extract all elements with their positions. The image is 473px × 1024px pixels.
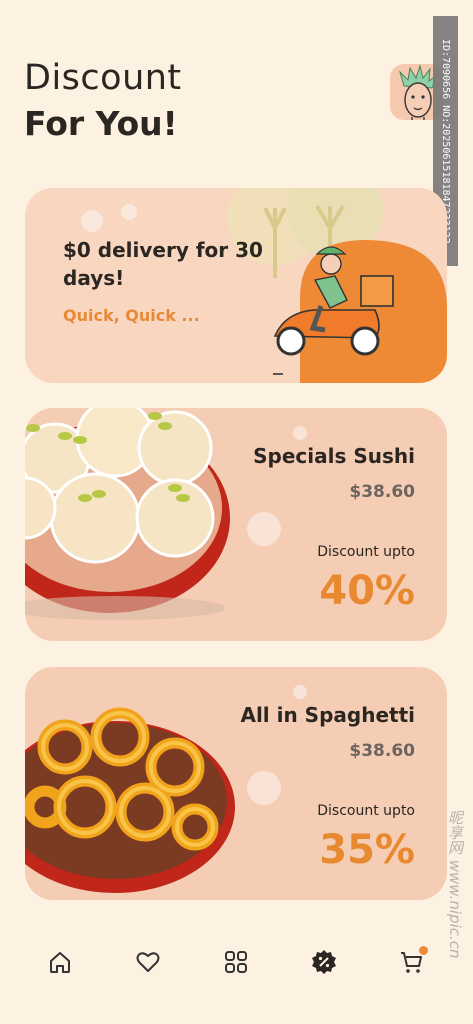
grid-icon: [225, 951, 247, 973]
nav-cart[interactable]: [394, 944, 430, 980]
decor-bubble: [293, 685, 307, 699]
offer-card-sushi[interactable]: Specials Sushi $38.60 Discount upto 40%: [25, 408, 447, 641]
nav-categories[interactable]: [218, 944, 254, 980]
decor-bubble: [247, 512, 281, 546]
discount-label: Discount upto: [317, 544, 415, 560]
promo-title: $0 delivery for 30 days!: [63, 238, 263, 290]
bottom-nav: [0, 930, 473, 1000]
offer-name: All in Spaghetti: [240, 703, 415, 727]
discount-value: 40%: [319, 568, 415, 614]
offer-price: $38.60: [349, 741, 415, 761]
heart-icon: [136, 952, 160, 972]
nav-home[interactable]: [42, 944, 78, 980]
promo-subtitle: Quick, Quick ...: [63, 306, 200, 325]
discount-icon: [312, 950, 336, 974]
nav-favorites[interactable]: [130, 944, 166, 980]
spaghetti-plate-image: [25, 707, 235, 893]
offer-card-spaghetti[interactable]: All in Spaghetti $38.60 Discount upto 35…: [25, 667, 447, 900]
decor-bubble: [293, 426, 307, 440]
offer-name: Specials Sushi: [253, 444, 415, 468]
cart-badge: [419, 946, 428, 955]
offer-price: $38.60: [349, 482, 415, 502]
decor-bubble: [247, 771, 281, 805]
nav-discounts[interactable]: [306, 944, 342, 980]
delivery-promo-card[interactable]: $0 delivery for 30 days! Quick, Quick ..…: [25, 188, 447, 383]
discount-label: Discount upto: [317, 803, 415, 819]
page-title-line1: Discount: [24, 58, 182, 98]
home-icon: [50, 952, 70, 973]
discount-value: 35%: [319, 827, 415, 873]
page-title-line2: For You!: [24, 104, 178, 143]
sushi-bowl-image: [25, 408, 230, 620]
watermark-side: 昵享网 www.nipic.cn: [446, 810, 464, 959]
